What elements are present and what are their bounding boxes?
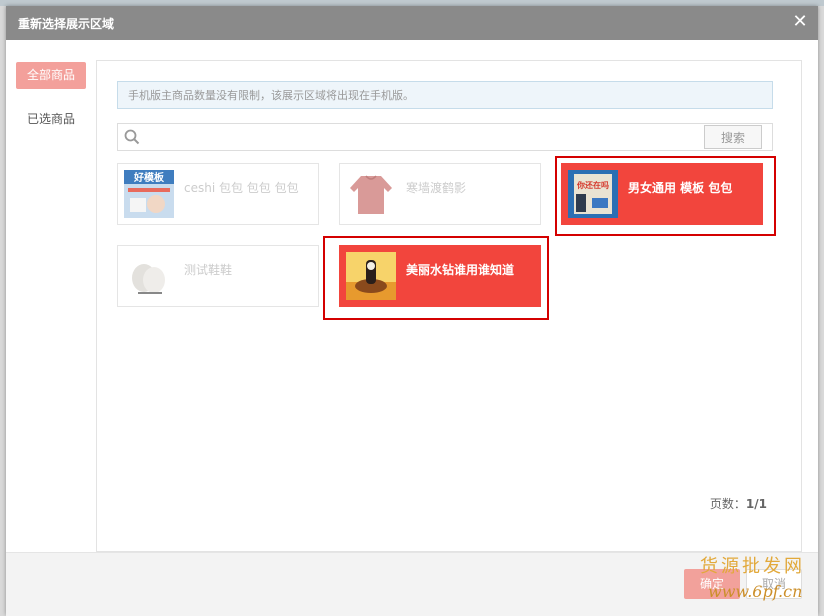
thumb-text: 好模板 [133,171,165,184]
search-icon [124,129,140,145]
product-name: 男女通用 模板 包包 [628,181,733,195]
confirm-button[interactable]: 确定 [684,569,740,599]
select-display-area-dialog: 重新选择展示区域 ✕ 全部商品 已选商品 手机版主商品数量没有限制，该展示区域将… [6,6,818,616]
product-thumbnail [124,252,174,300]
product-thumbnail: 你还在吗 [568,170,618,218]
product-thumbnail [346,252,396,300]
product-card[interactable]: 测试鞋鞋 [117,245,319,307]
product-card-selected[interactable]: 你还在吗 男女通用 模板 包包 [561,163,763,225]
tab-selected-products[interactable]: 已选商品 [16,110,86,127]
close-icon[interactable]: ✕ [792,12,808,32]
dialog-title: 重新选择展示区域 [18,17,115,31]
notice-banner: 手机版主商品数量没有限制，该展示区域将出现在手机版。 [117,81,773,109]
sidebar: 全部商品 已选商品 [6,40,96,552]
product-name: 测试鞋鞋 [184,263,233,277]
search-button[interactable]: 搜索 [704,125,762,149]
search-bar: 搜索 [117,123,773,151]
thumb-text: 你还在吗 [576,180,609,190]
product-name: 美丽水钻谁用谁知道 [406,263,515,277]
product-panel: 手机版主商品数量没有限制，该展示区域将出现在手机版。 搜索 好模板 ceshi … [96,60,802,552]
dialog-footer: 确定 取消 [6,552,818,616]
search-input[interactable] [146,126,700,150]
product-card[interactable]: 寒墙渡鹤影 [339,163,541,225]
pager-value: 1/1 [745,497,767,511]
product-thumbnail [346,170,396,218]
dialog-titlebar: 重新选择展示区域 ✕ [6,6,818,40]
product-card-selected[interactable]: 美丽水钻谁用谁知道 [339,245,541,307]
tab-all-products[interactable]: 全部商品 [16,62,86,89]
cancel-button[interactable]: 取消 [746,569,802,599]
product-thumbnail: 好模板 [124,170,174,218]
pagination: 页数：1/1 [710,495,767,512]
pager-label: 页数： [709,497,746,511]
product-name: 寒墙渡鹤影 [406,181,467,195]
product-card[interactable]: 好模板 ceshi 包包 包包 包包 [117,163,319,225]
product-name: ceshi 包包 包包 包包 [184,181,299,195]
